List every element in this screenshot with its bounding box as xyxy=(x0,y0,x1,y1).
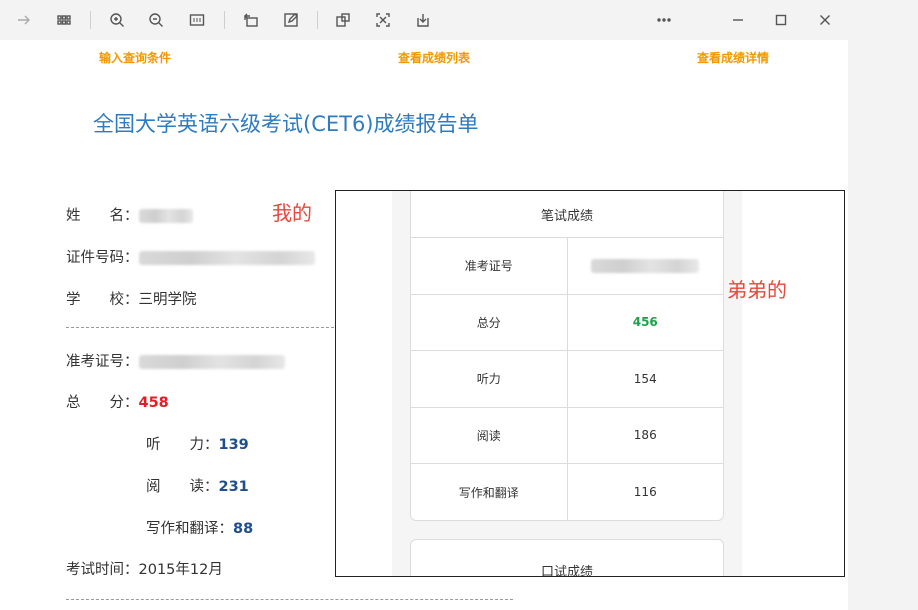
writing-score: 88 xyxy=(233,521,254,537)
divider-bottom xyxy=(66,599,513,600)
written-header: 笔试成绩 xyxy=(411,191,723,238)
grid-icon[interactable] xyxy=(51,7,77,33)
rotate-icon[interactable] xyxy=(238,7,264,33)
exam-time-label: 考试时间： xyxy=(66,562,139,578)
step-nav: 输入查询条件 查看成绩列表 查看成绩详情 xyxy=(0,49,848,67)
listening-score: 139 xyxy=(218,437,249,453)
ticket-redacted xyxy=(138,355,285,369)
school-value: 三明学院 xyxy=(138,292,197,308)
window-right-rail xyxy=(848,0,918,610)
total-row: 总 分：458 xyxy=(66,391,169,412)
step-input-query[interactable]: 输入查询条件 xyxy=(99,49,171,66)
save-icon[interactable] xyxy=(410,7,436,33)
close-icon[interactable] xyxy=(812,7,838,33)
table-row: 准考证号 xyxy=(411,238,723,295)
listening-label: 听 力： xyxy=(146,437,219,453)
listening-row: 听 力：139 xyxy=(146,433,249,454)
divider xyxy=(66,327,334,328)
total-label: 总 分： xyxy=(66,395,139,411)
id-label: 证件号码： xyxy=(66,250,139,266)
name-row: 姓 名： xyxy=(66,204,193,225)
exam-time-value: 2015年12月 xyxy=(138,562,223,578)
step-score-detail[interactable]: 查看成绩详情 xyxy=(697,49,769,66)
viewer-toolbar xyxy=(0,0,848,40)
oral-header: 口试成绩 xyxy=(540,565,593,577)
name-label: 姓 名： xyxy=(66,208,139,224)
reading-row: 阅 读：231 xyxy=(146,475,249,496)
writing-score: 116 xyxy=(633,485,657,500)
table-row: 阅读 186 xyxy=(411,407,723,464)
maximize-icon[interactable] xyxy=(768,7,794,33)
listening-score: 154 xyxy=(633,371,657,386)
reading-label: 阅 读： xyxy=(146,479,219,495)
ticket-redacted xyxy=(591,258,700,273)
edit-icon[interactable] xyxy=(278,7,304,33)
name-redacted xyxy=(138,209,193,223)
table-row: 听力 154 xyxy=(411,351,723,408)
reading-label: 阅读 xyxy=(411,407,568,463)
id-row: 证件号码： xyxy=(66,246,315,267)
scan-icon[interactable] xyxy=(370,7,396,33)
reading-score: 186 xyxy=(633,428,657,443)
minimize-icon[interactable] xyxy=(725,7,751,33)
note-brother: 弟弟的 xyxy=(727,278,787,302)
writing-label: 写作和翻译 xyxy=(411,464,568,520)
id-redacted xyxy=(138,251,315,265)
note-mine: 我的 xyxy=(272,201,312,225)
exam-time-row: 考试时间：2015年12月 xyxy=(66,558,223,579)
table-row: 总分 456 xyxy=(411,294,723,351)
ticket-label: 准考证号： xyxy=(66,354,139,370)
school-label: 学 校： xyxy=(66,292,139,308)
zoom-in-icon[interactable] xyxy=(104,7,130,33)
embedded-page: 笔试成绩 准考证号 总分 456 听力 154 阅读 186 写作和翻译 116 xyxy=(392,191,742,577)
step-score-list[interactable]: 查看成绩列表 xyxy=(398,49,470,66)
total-score: 456 xyxy=(632,315,658,330)
more-icon[interactable] xyxy=(651,7,677,33)
zoom-out-icon[interactable] xyxy=(143,7,169,33)
writing-label: 写作和翻译： xyxy=(146,521,233,537)
arrow-right-icon[interactable] xyxy=(11,7,37,33)
table-row: 写作和翻译 116 xyxy=(411,464,723,520)
school-row: 学 校：三明学院 xyxy=(66,288,197,309)
total-score: 458 xyxy=(138,395,169,411)
reading-score: 231 xyxy=(218,479,249,495)
oral-score-card: 口试成绩 xyxy=(410,539,724,577)
fit-page-icon[interactable] xyxy=(184,7,210,33)
written-score-card: 笔试成绩 准考证号 总分 456 听力 154 阅读 186 写作和翻译 116 xyxy=(410,191,724,521)
writing-row: 写作和翻译：88 xyxy=(146,517,253,538)
listening-label: 听力 xyxy=(411,351,568,407)
ticket-label: 准考证号 xyxy=(411,238,568,294)
page-title: 全国大学英语六级考试(CET6)成绩报告单 xyxy=(93,112,479,136)
ticket-row: 准考证号： xyxy=(66,350,285,371)
ticket-value xyxy=(568,238,724,294)
total-label: 总分 xyxy=(411,294,568,350)
embedded-screenshot: 笔试成绩 准考证号 总分 456 听力 154 阅读 186 写作和翻译 116 xyxy=(335,190,845,577)
crop-icon[interactable] xyxy=(330,7,356,33)
